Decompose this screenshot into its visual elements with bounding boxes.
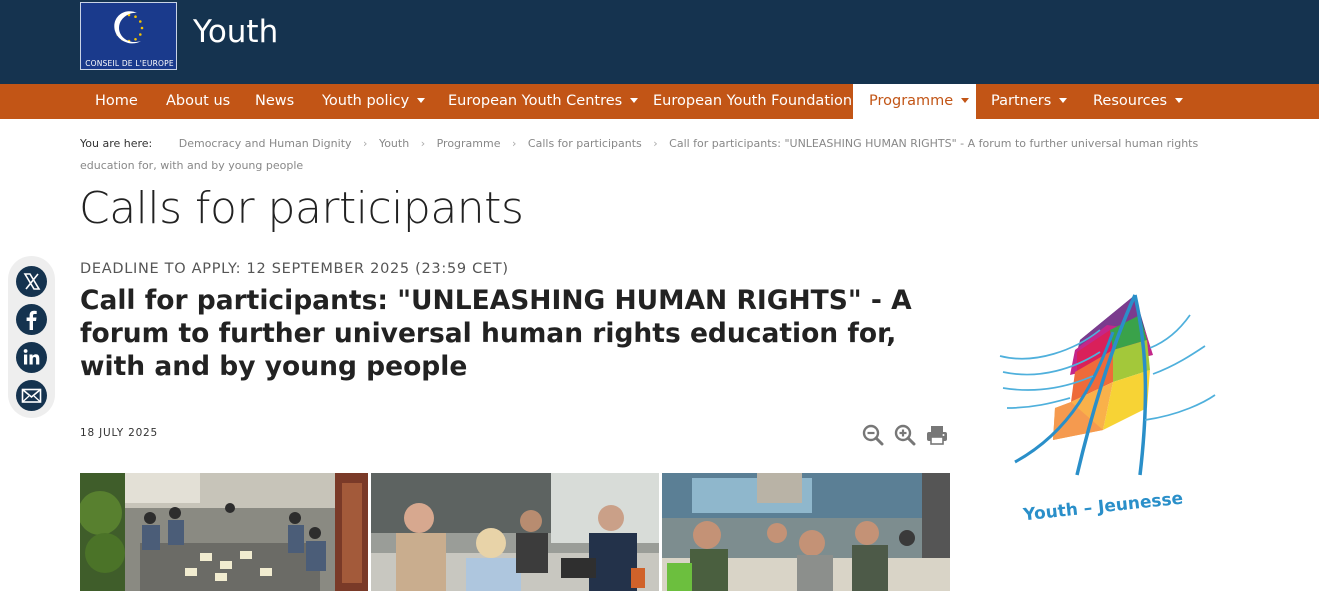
breadcrumb-separator (164, 137, 168, 150)
nav-item-label: News (255, 93, 295, 109)
breadcrumb-link-calls[interactable]: Calls for participants (528, 137, 642, 150)
nav-item-label: Resources (1093, 93, 1168, 109)
nav-item-resources[interactable]: Resources (1093, 84, 1184, 119)
logo-text: CONSEIL DE L'EUROPE (85, 59, 174, 68)
chevron-down-icon (417, 97, 426, 103)
chevron-down-icon (1059, 97, 1068, 103)
chevron-down-icon (1175, 97, 1184, 103)
nav-item-news[interactable]: News (255, 84, 294, 119)
main-nav: Home About us News Youth policy European… (0, 84, 1319, 119)
nav-item-label: About us (166, 93, 231, 109)
x-twitter-icon[interactable] (16, 266, 47, 297)
breadcrumb-link-youth[interactable]: Youth (379, 137, 409, 150)
site-title[interactable]: Youth (193, 14, 278, 50)
nav-item-label: Youth policy (322, 93, 410, 109)
nav-item-about-us[interactable]: About us (166, 84, 230, 119)
breadcrumb-link-democracy[interactable]: Democracy and Human Dignity (179, 137, 352, 150)
nav-item-label: European Youth Centres (448, 93, 623, 109)
nav-item-partners[interactable]: Partners (991, 84, 1068, 119)
youth-jeunesse-logo[interactable]: Youth – Jeunesse (995, 290, 1225, 525)
nav-item-european-youth-foundation[interactable]: European Youth Foundation (653, 84, 852, 119)
chevron-right-icon: › (420, 137, 426, 150)
zoom-in-icon[interactable] (894, 424, 916, 446)
chevron-right-icon: › (363, 137, 368, 150)
email-icon[interactable] (16, 380, 47, 411)
publish-date: 18 JULY 2025 (80, 427, 159, 439)
event-photo-3[interactable] (662, 473, 950, 591)
event-photo-1[interactable] (80, 473, 368, 591)
breadcrumb-link-programme[interactable]: Programme (437, 137, 501, 150)
page-title: Calls for participants (79, 183, 524, 234)
site-header: CONSEIL DE L'EUROPE Youth (0, 0, 1319, 84)
chevron-right-icon: › (512, 137, 517, 150)
breadcrumb: You are here: Democracy and Human Dignit… (80, 133, 1250, 177)
nav-item-european-youth-centres[interactable]: European Youth Centres (448, 84, 639, 119)
article-title: Call for participants: "UNLEASHING HUMAN… (80, 285, 912, 382)
share-bar (8, 256, 55, 418)
nav-item-youth-policy[interactable]: Youth policy (322, 84, 426, 119)
nav-item-label: Partners (991, 93, 1052, 109)
youth-sail-emblem-icon: Youth – Jeunesse (999, 294, 1216, 525)
print-icon[interactable] (926, 424, 948, 446)
youth-logo-caption: Youth – Jeunesse (1021, 489, 1184, 520)
linkedin-icon[interactable] (16, 342, 47, 373)
facebook-icon[interactable] (16, 304, 47, 335)
chevron-right-icon: › (653, 137, 658, 150)
chevron-down-icon (630, 97, 639, 103)
nav-item-programme[interactable]: Programme (853, 84, 976, 119)
chevron-down-icon (961, 97, 970, 103)
nav-item-label: European Youth Foundation (653, 93, 853, 109)
zoom-out-icon[interactable] (862, 424, 884, 446)
deadline-text: DEADLINE TO APPLY: 12 SEPTEMBER 2025 (23… (80, 261, 509, 277)
event-photo-2[interactable] (371, 473, 659, 591)
nav-item-label: Home (95, 93, 138, 109)
nav-item-label: Programme (869, 93, 954, 109)
council-of-europe-logo[interactable]: CONSEIL DE L'EUROPE (80, 2, 177, 70)
breadcrumb-lead: You are here: (80, 137, 153, 150)
nav-item-home[interactable]: Home (95, 84, 138, 119)
